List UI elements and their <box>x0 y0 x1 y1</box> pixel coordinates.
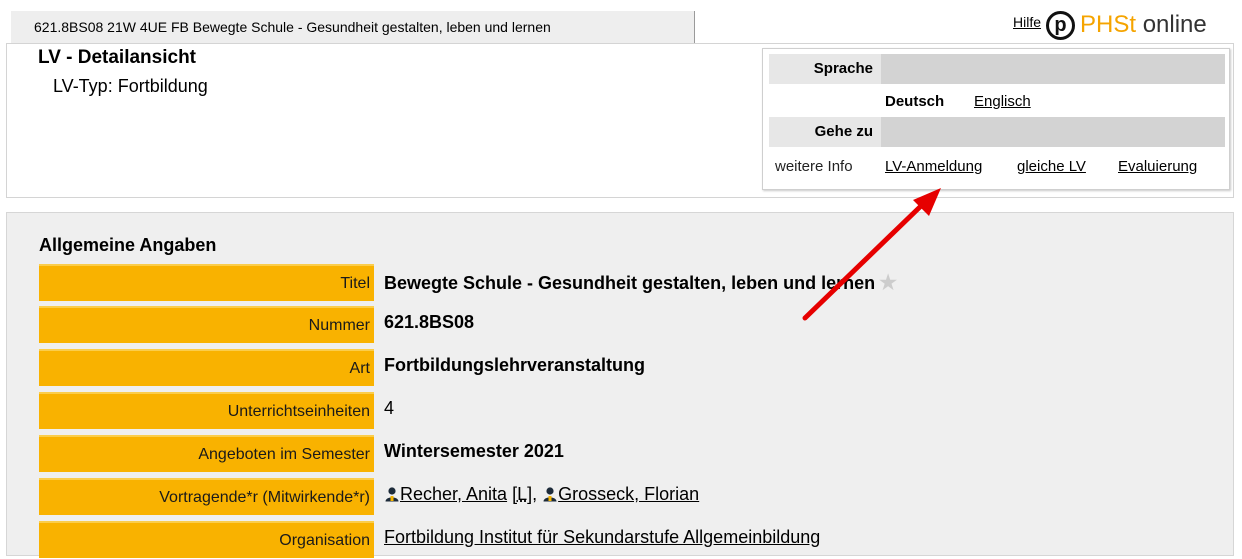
detail-value: 621.8BS08 <box>384 312 475 332</box>
lv-type: LV-Typ: Fortbildung <box>53 76 208 96</box>
detail-label: Titel <box>39 264 374 301</box>
brand-logo[interactable]: p PHSt online <box>1046 8 1207 42</box>
detail-label: Vortragende*r (Mitwirkende*r) <box>39 478 374 515</box>
detail-value: Recher, Anita [L], Grosseck, Florian <box>384 484 699 505</box>
brand-name-online: online <box>1142 11 1207 38</box>
role-tag: [L] <box>512 484 533 504</box>
language-heading: Sprache <box>769 54 881 84</box>
person-icon <box>543 487 557 502</box>
goto-heading: Gehe zu <box>769 117 881 147</box>
goto-evaluierung-link[interactable]: Evaluierung <box>1118 158 1197 175</box>
detail-value: Fortbildung Institut für Sekundarstufe A… <box>384 527 820 548</box>
detail-value: Wintersemester 2021 <box>384 441 564 461</box>
detail-value: 4 <box>384 398 395 418</box>
detail-label: Art <box>39 349 374 386</box>
nav-panel: Sprache Deutsch Englisch Gehe zu weitere… <box>762 48 1230 190</box>
lecturer-link[interactable]: Grosseck, Florian <box>558 484 699 504</box>
language-english-link[interactable]: Englisch <box>974 93 1031 110</box>
goto-lv-anmeldung-link[interactable]: LV-Anmeldung <box>885 158 982 175</box>
organisation-link[interactable]: Fortbildung Institut für Sekundarstufe A… <box>384 527 820 547</box>
brand-name-phst: PHSt <box>1080 11 1137 38</box>
detail-label: Organisation <box>39 521 374 558</box>
person-icon <box>385 487 399 502</box>
help-link[interactable]: Hilfe <box>1013 14 1041 30</box>
detail-value: Fortbildungslehrveranstaltung <box>384 355 646 375</box>
goto-more-info: weitere Info <box>775 158 853 175</box>
separator: , <box>532 484 538 504</box>
detail-label: Nummer <box>39 306 374 343</box>
phst-logo-icon: p <box>1046 10 1075 40</box>
language-row: Deutsch Englisch <box>769 86 1225 116</box>
detail-label: Angeboten im Semester <box>39 435 374 472</box>
goto-heading-row: Gehe zu <box>769 117 1225 147</box>
language-current: Deutsch <box>885 93 945 110</box>
lv-tab[interactable]: 621.8BS08 21W 4UE FB Bewegte Schule - Ge… <box>11 11 695 44</box>
section-title: Allgemeine Angaben <box>39 235 217 255</box>
language-heading-row: Sprache <box>769 54 1225 84</box>
goto-row: weitere Info LV-Anmeldung gleiche LV Eva… <box>769 155 1225 185</box>
detail-value: Bewegte Schule - Gesundheit gestalten, l… <box>384 272 898 294</box>
page-title: LV - Detailansicht <box>38 47 197 68</box>
star-icon[interactable]: ★ <box>879 272 897 294</box>
lecturer-link[interactable]: Recher, Anita <box>400 484 507 504</box>
goto-gleiche-lv-link[interactable]: gleiche LV <box>1017 158 1086 175</box>
detail-label: Unterrichtseinheiten <box>39 392 374 429</box>
